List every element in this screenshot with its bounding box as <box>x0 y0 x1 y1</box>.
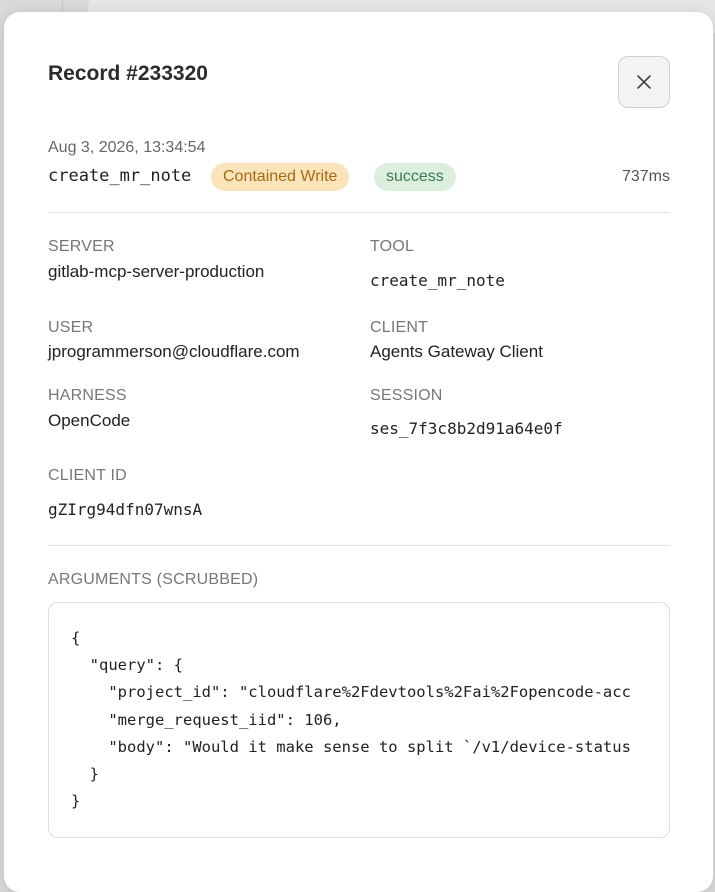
duration-value: 737ms <box>621 168 670 185</box>
user-label: USER <box>48 319 94 336</box>
client-label: CLIENT <box>370 319 429 336</box>
client-id-label: CLIENT ID <box>48 467 127 484</box>
tool-label: TOOL <box>370 238 415 255</box>
modal-title: Record #233320 <box>48 62 208 85</box>
section-divider <box>48 212 670 213</box>
harness-value: OpenCode <box>48 411 131 430</box>
tool-name: create_mr_note <box>48 166 192 186</box>
tool-value: create_mr_note <box>370 271 505 290</box>
type-badge: Contained Write <box>211 163 350 191</box>
record-detail-modal: Record #233320 Aug 3, 2026, 13:34:54 cre… <box>4 12 713 892</box>
client-id-value: gZIrg94dfn07wnsA <box>48 500 203 519</box>
client-value: Agents Gateway Client <box>370 342 543 361</box>
record-summary-row: create_mr_note Contained Write success 7… <box>48 162 670 192</box>
arguments-json: { "query": { "project_id": "cloudflare%2… <box>71 629 631 811</box>
close-button[interactable] <box>618 56 670 108</box>
arguments-code-block[interactable]: { "query": { "project_id": "cloudflare%2… <box>48 602 670 838</box>
section-divider <box>48 545 670 546</box>
server-label: SERVER <box>48 238 115 255</box>
session-value: ses_7f3c8b2d91a64e0f <box>370 419 563 438</box>
session-label: SESSION <box>370 387 443 404</box>
user-value: jprogrammerson@cloudflare.com <box>48 342 300 361</box>
status-badge: success <box>374 163 456 191</box>
close-icon <box>636 74 652 90</box>
record-timestamp: Aug 3, 2026, 13:34:54 <box>48 139 206 156</box>
arguments-label: ARGUMENTS (SCRUBBED) <box>48 571 259 588</box>
harness-label: HARNESS <box>48 387 127 404</box>
server-value: gitlab-mcp-server-production <box>48 262 265 281</box>
